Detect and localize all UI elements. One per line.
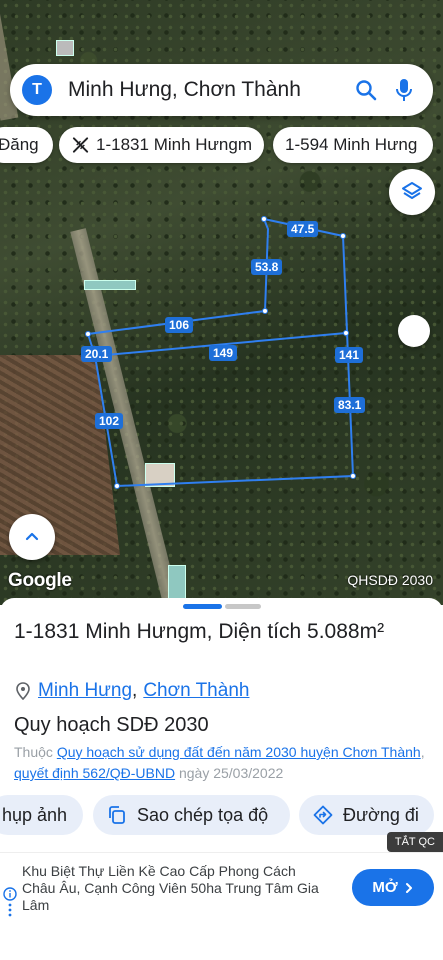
search-input[interactable]: Minh Hưng, Chơn Thành bbox=[68, 78, 351, 102]
ad-open-label: MỞ bbox=[372, 879, 398, 896]
location-link-commune[interactable]: Minh Hưng bbox=[38, 680, 132, 702]
sheet-handle[interactable] bbox=[183, 604, 222, 609]
parcel-vertex bbox=[340, 233, 346, 239]
edge-length-label: 141 bbox=[335, 347, 364, 363]
layers-icon bbox=[402, 182, 422, 199]
edge-length-label: 149 bbox=[209, 345, 238, 361]
layer-label: QHSDĐ 2030 bbox=[347, 572, 433, 588]
directions-icon bbox=[313, 805, 333, 825]
plan-title: Quy hoạch SDĐ 2030 bbox=[14, 714, 209, 736]
edge-length-label: 102 bbox=[95, 413, 124, 429]
chip-label: 1-1831 Minh Hưngm bbox=[96, 135, 252, 154]
edge-length-label: 106 bbox=[165, 317, 194, 333]
location-row: Minh Hưng , Chơn Thành bbox=[16, 680, 249, 702]
search-icon bbox=[356, 80, 377, 101]
action-label: Sao chép tọa độ bbox=[137, 804, 269, 825]
decision-link[interactable]: quyết định 562/QĐ-UBND bbox=[14, 765, 175, 781]
copy-icon bbox=[109, 806, 125, 824]
place-details-sheet: 1-1831 Minh Hưngm, Diện tích 5.088m² Min… bbox=[0, 598, 443, 960]
action-label: Đường đi bbox=[343, 804, 419, 825]
parcel-vertex bbox=[261, 216, 267, 222]
chip-parcel-1831[interactable]: 1-1831 Minh Hưngm bbox=[59, 127, 264, 163]
parcel-vertex bbox=[343, 330, 349, 336]
parcel-vertex bbox=[350, 473, 356, 479]
google-logo: Google bbox=[8, 570, 72, 591]
expand-button[interactable] bbox=[9, 514, 55, 560]
plan-prefix: Thuộc bbox=[14, 744, 53, 760]
location-separator: , bbox=[132, 680, 138, 701]
chip-parcel-594[interactable]: 1-594 Minh Hưng bbox=[273, 127, 433, 163]
edge-length-label: 53.8 bbox=[251, 259, 283, 275]
avatar[interactable]: T bbox=[22, 75, 52, 105]
chevron-up-icon bbox=[25, 532, 39, 541]
parcel-vertex bbox=[114, 483, 120, 489]
sheet-handle[interactable] bbox=[225, 604, 261, 609]
edge-length-label: 83.1 bbox=[334, 397, 366, 413]
plan-separator: , bbox=[420, 744, 425, 760]
plan-description: Thuộc Quy hoạch sử dụng đất đến năm 2030… bbox=[14, 742, 434, 784]
search-button[interactable] bbox=[351, 75, 381, 105]
decision-date: ngày 25/03/2022 bbox=[178, 765, 284, 781]
measure-icon bbox=[72, 137, 89, 153]
plan-link[interactable]: Quy hoạch sử dụng đất đến năm 2030 huyện… bbox=[57, 744, 421, 760]
location-link-district[interactable]: Chơn Thành bbox=[143, 680, 249, 702]
place-title: 1-1831 Minh Hưngm, Diện tích 5.088m² bbox=[14, 620, 385, 643]
chip-label: 1-594 Minh Hưng bbox=[285, 135, 418, 154]
location-pin-icon bbox=[16, 682, 30, 700]
copy-coordinates-button[interactable]: Sao chép tọa độ bbox=[93, 795, 290, 835]
ad-more-icon[interactable] bbox=[7, 903, 13, 917]
chip-label: Đăng bbox=[0, 135, 39, 154]
parcel-vertex bbox=[85, 331, 91, 337]
search-bar[interactable]: T Minh Hưng, Chơn Thành bbox=[10, 64, 433, 116]
chip-dang[interactable]: Đăng bbox=[0, 127, 53, 163]
ad-open-button[interactable]: MỞ bbox=[352, 869, 434, 906]
hide-ads-button[interactable]: TẮT QC bbox=[386, 832, 443, 852]
microphone-icon bbox=[396, 79, 412, 101]
ad-info-icon[interactable] bbox=[3, 887, 17, 901]
directions-button[interactable]: Đường đi bbox=[299, 795, 434, 835]
layers-button[interactable] bbox=[389, 169, 435, 215]
chevron-right-icon bbox=[405, 882, 412, 893]
ad-text: Khu Biệt Thự Liền Kề Cao Cấp Phong Cách … bbox=[22, 863, 319, 913]
ad-banner[interactable]: Khu Biệt Thự Liền Kề Cao Cấp Phong Cách … bbox=[0, 852, 443, 922]
edge-length-label: 47.5 bbox=[287, 221, 319, 237]
action-label: hụp ảnh bbox=[2, 804, 68, 825]
parcel-vertex bbox=[262, 308, 268, 314]
map-scroll-handle[interactable] bbox=[398, 315, 430, 347]
edge-length-label: 20.1 bbox=[81, 346, 113, 362]
voice-search-button[interactable] bbox=[389, 75, 419, 105]
take-photo-button[interactable]: hụp ảnh bbox=[0, 795, 83, 835]
